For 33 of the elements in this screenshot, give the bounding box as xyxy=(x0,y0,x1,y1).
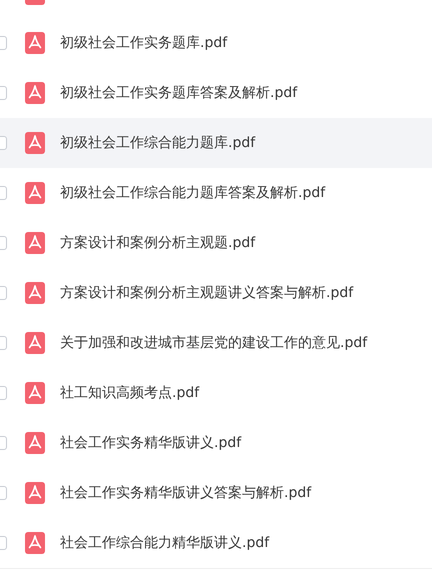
file-name: 初级社会工作实务题库答案及解析.pdf xyxy=(60,84,298,102)
pdf-file-icon xyxy=(25,332,45,354)
pdf-file-icon xyxy=(25,132,45,154)
file-name: 方案设计和案例分析主观题.pdf xyxy=(60,234,256,252)
pdf-file-icon xyxy=(25,432,45,454)
file-row[interactable]: 社会工作综合能力精华版讲义.pdf xyxy=(0,518,432,569)
file-row[interactable]: 关于加强和改进城市基层党的建设工作的意见.pdf xyxy=(0,318,432,368)
pdf-file-icon xyxy=(25,182,45,204)
file-name: 社工知识高频考点.pdf xyxy=(60,384,200,402)
file-name: 社会工作综合能力精华版讲义.pdf xyxy=(60,534,270,552)
file-row[interactable]: 初级社会工作综合能力题库.pdf xyxy=(0,118,432,168)
file-name: 社会工作实务精华版讲义答案与解析.pdf xyxy=(60,484,312,502)
file-row[interactable]: 社会工作实务精华版讲义答案与解析.pdf xyxy=(0,468,432,518)
pdf-file-icon xyxy=(25,32,45,54)
file-row[interactable]: 社会工作实务精华版讲义.pdf xyxy=(0,418,432,468)
file-name: 社会工作实务精华版讲义.pdf xyxy=(60,434,242,452)
file-name: 方案设计和案例分析主观题讲义答案与解析.pdf xyxy=(60,284,354,302)
file-row[interactable]: 初级社会工作综合能力题库答案及解析.pdf xyxy=(0,168,432,218)
file-row[interactable]: 方案设计和案例分析主观题.pdf xyxy=(0,218,432,268)
file-row[interactable]: 初级社会工作实务题库.pdf xyxy=(0,18,432,68)
file-row[interactable]: 社工知识高频考点.pdf xyxy=(0,368,432,418)
pdf-file-icon xyxy=(25,282,45,304)
pdf-file-icon xyxy=(25,382,45,404)
pdf-file-icon xyxy=(25,532,45,554)
file-row[interactable]: 方案设计和案例分析主观题讲义答案与解析.pdf xyxy=(0,268,432,318)
file-name: 初级社会工作综合能力题库答案及解析.pdf xyxy=(60,184,326,202)
pdf-file-icon xyxy=(25,232,45,254)
pdf-file-icon xyxy=(25,482,45,504)
pdf-file-icon xyxy=(25,82,45,104)
file-name: 关于加强和改进城市基层党的建设工作的意见.pdf xyxy=(60,334,368,352)
file-row[interactable]: 初级社会工作实务题库答案及解析.pdf xyxy=(0,68,432,118)
file-name: 初级社会工作综合能力题库.pdf xyxy=(60,134,256,152)
file-name: 初级社会工作实务题库.pdf xyxy=(60,34,228,52)
